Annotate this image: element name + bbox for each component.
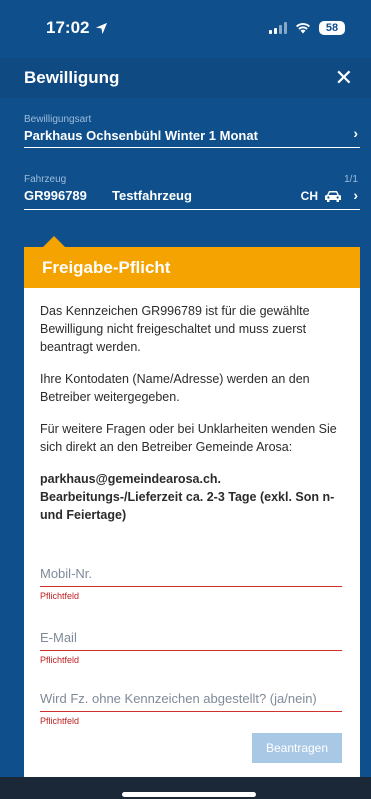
signal-icon	[269, 22, 287, 34]
email-input[interactable]: E-Mail	[40, 630, 342, 651]
card-paragraph: Das Kennzeichen GR996789 ist für die gew…	[40, 304, 310, 354]
vehicle-plate: GR996789	[24, 188, 87, 203]
delivery-time: Bearbeitungs-/Lieferzeit ca. 2-3 Tage (e…	[40, 490, 335, 522]
required-error: Pflichtfeld	[40, 655, 80, 665]
car-icon	[325, 190, 341, 202]
plate-question-field-group: Wird Fz. ohne Kennzeichen abgestellt? (j…	[40, 691, 342, 726]
status-bar: 17:02 58	[0, 0, 371, 56]
nav-bar: Bewilligung ✕	[0, 58, 371, 98]
contact-email: parkhaus@gemeindearosa.ch.	[40, 472, 222, 486]
approval-card: Freigabe-Pflicht Das Kennzeichen GR99678…	[24, 247, 360, 777]
wifi-icon	[296, 22, 310, 34]
home-indicator[interactable]	[122, 792, 256, 797]
page-title: Bewilligung	[24, 68, 120, 87]
plate-question-input[interactable]: Wird Fz. ohne Kennzeichen abgestellt? (j…	[40, 691, 342, 712]
vehicle-country-car: CH	[301, 189, 342, 203]
permit-type-value: Parkhaus Ochsenbühl Winter 1 Monat	[24, 128, 258, 143]
vehicle-counter: 1/1	[344, 174, 358, 185]
submit-button[interactable]: Beantragen	[252, 733, 342, 763]
email-field-group: E-Mail Pflichtfeld	[40, 630, 342, 665]
permit-type-label: Bewilligungsart	[24, 114, 92, 125]
status-time: 17:02	[46, 18, 108, 38]
mobile-input[interactable]: Mobil-Nr.	[40, 566, 342, 587]
vehicle-field[interactable]: Fahrzeug 1/1 GR996789 Testfahrzeug CH ›	[24, 174, 360, 210]
required-error: Pflichtfeld	[40, 591, 80, 601]
card-paragraph: Ihre Kontodaten (Name/Adresse) werden an…	[40, 372, 310, 404]
vehicle-label: Fahrzeug	[24, 174, 67, 185]
vehicle-name: Testfahrzeug	[112, 188, 192, 203]
required-error: Pflichtfeld	[40, 716, 80, 726]
chevron-right-icon: ›	[353, 187, 358, 203]
card-title: Freigabe-Pflicht	[24, 247, 360, 288]
close-icon[interactable]: ✕	[335, 67, 353, 89]
status-icons: 58	[269, 21, 345, 35]
mobile-field-group: Mobil-Nr. Pflichtfeld	[40, 566, 342, 601]
card-paragraph: Für weitere Fragen oder bei Unklarheiten…	[40, 422, 337, 454]
location-arrow-icon	[96, 22, 108, 34]
card-body: Das Kennzeichen GR996789 ist für die gew…	[24, 288, 360, 524]
permit-type-field[interactable]: Bewilligungsart Parkhaus Ochsenbühl Wint…	[24, 114, 360, 148]
chevron-right-icon: ›	[353, 125, 358, 141]
battery-icon: 58	[319, 21, 345, 35]
vehicle-country: CH	[300, 189, 318, 203]
